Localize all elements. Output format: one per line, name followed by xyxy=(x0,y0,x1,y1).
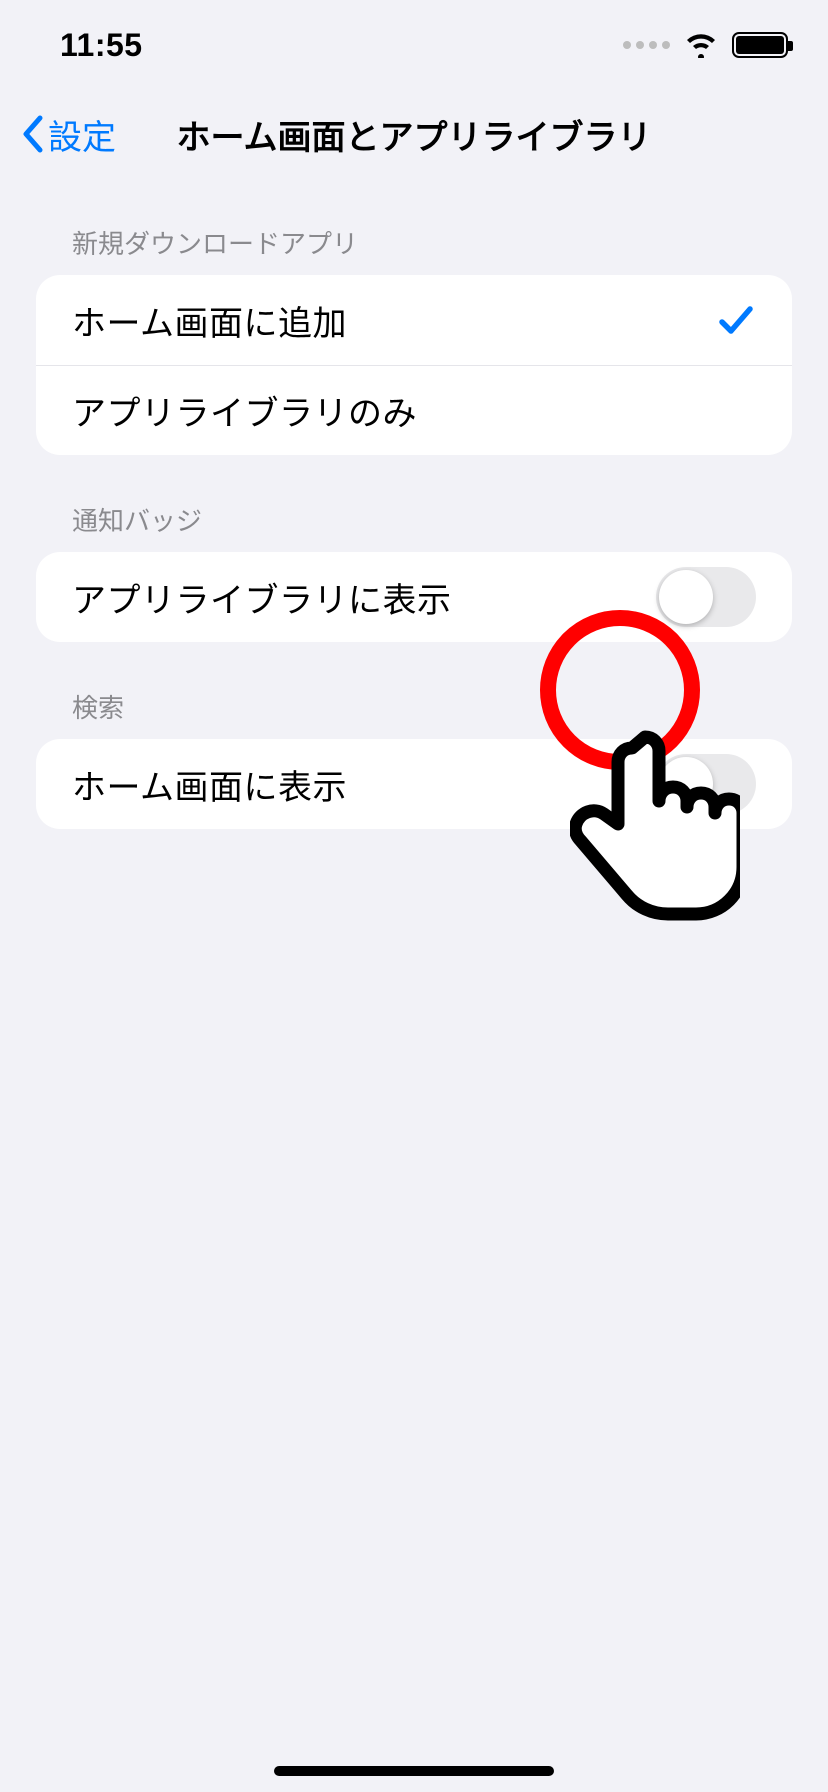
toggle-label: アプリライブラリに表示 xyxy=(72,573,452,622)
option-add-to-home[interactable]: ホーム画面に追加 xyxy=(36,275,792,365)
toggle-show-in-app-library[interactable] xyxy=(656,567,756,627)
chevron-left-icon xyxy=(20,115,46,153)
page-title: ホーム画面とアプリライブラリ xyxy=(0,110,828,159)
section-header-search: 検索 xyxy=(36,642,792,739)
back-button[interactable]: 設定 xyxy=(20,110,116,159)
battery-icon xyxy=(732,32,788,58)
row-show-on-home: ホーム画面に表示 xyxy=(36,739,792,829)
home-indicator[interactable] xyxy=(274,1766,554,1776)
option-app-library-only[interactable]: アプリライブラリのみ xyxy=(36,365,792,455)
toggle-show-on-home[interactable] xyxy=(656,754,756,814)
status-icons xyxy=(623,32,788,58)
option-label: アプリライブラリのみ xyxy=(72,386,417,435)
option-label: ホーム画面に追加 xyxy=(72,296,347,345)
status-bar: 11:55 xyxy=(0,0,828,90)
row-show-in-app-library: アプリライブラリに表示 xyxy=(36,552,792,642)
nav-bar: 設定 ホーム画面とアプリライブラリ xyxy=(0,90,828,178)
section-header-downloads: 新規ダウンロードアプリ xyxy=(36,178,792,275)
status-time: 11:55 xyxy=(60,27,143,64)
wifi-icon xyxy=(684,32,718,58)
group-search: ホーム画面に表示 xyxy=(36,739,792,829)
section-header-badges: 通知バッジ xyxy=(36,455,792,552)
back-label: 設定 xyxy=(48,110,116,159)
toggle-label: ホーム画面に表示 xyxy=(72,760,347,809)
group-badges: アプリライブラリに表示 xyxy=(36,552,792,642)
checkmark-icon xyxy=(716,300,756,340)
group-downloads: ホーム画面に追加 アプリライブラリのみ xyxy=(36,275,792,455)
signal-dots-icon xyxy=(623,41,670,49)
